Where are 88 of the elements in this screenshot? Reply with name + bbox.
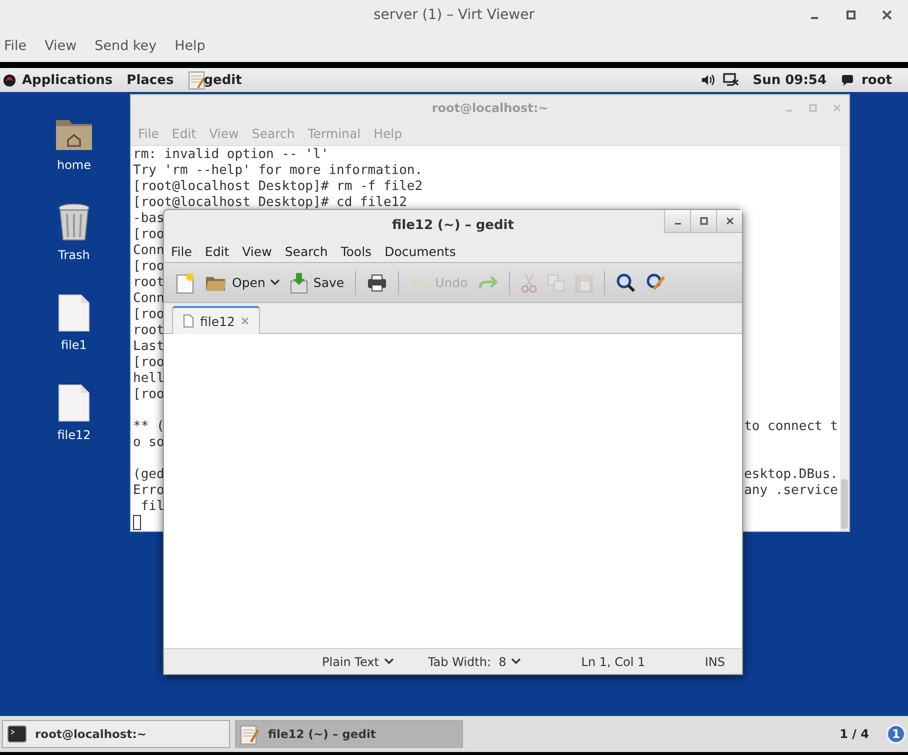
printer-icon bbox=[367, 274, 388, 292]
notepad-icon bbox=[240, 723, 260, 745]
menu-item[interactable]: View bbox=[242, 244, 272, 258]
terminal-line: [roo bbox=[133, 355, 164, 371]
terminal-line: [roo bbox=[133, 227, 164, 243]
terminal-line: Last bbox=[133, 339, 164, 355]
close-button[interactable] bbox=[716, 210, 742, 233]
search-icon bbox=[616, 272, 636, 292]
scrollbar[interactable] bbox=[840, 146, 849, 531]
volume-icon[interactable] bbox=[700, 74, 715, 86]
menu-item[interactable]: Send key bbox=[94, 38, 157, 54]
caret-icon bbox=[384, 658, 394, 665]
insert-mode: INS bbox=[704, 654, 725, 668]
terminal-line: to connect t bbox=[744, 419, 838, 435]
new-document-icon bbox=[175, 272, 195, 294]
window-title: root@localhost:~ bbox=[432, 101, 548, 115]
menu-item[interactable]: File bbox=[4, 38, 27, 54]
language-dropdown[interactable]: Plain Text bbox=[322, 654, 394, 668]
redo-arrow-icon bbox=[478, 274, 498, 290]
terminal-line: Conn bbox=[133, 243, 164, 259]
terminal-line: Erro bbox=[133, 483, 164, 499]
menu-item[interactable]: File bbox=[171, 244, 192, 258]
terminal-line: [roo bbox=[133, 259, 164, 275]
user-menu[interactable]: root bbox=[862, 72, 892, 88]
trash-icon[interactable] bbox=[57, 202, 91, 242]
file-icon[interactable] bbox=[58, 384, 90, 422]
caret-icon bbox=[511, 658, 522, 665]
terminal-line: root bbox=[133, 275, 164, 291]
close-icon[interactable] bbox=[882, 10, 892, 20]
menu-item[interactable]: Documents bbox=[384, 244, 456, 258]
save-icon bbox=[290, 272, 308, 294]
clock[interactable]: Sun 09:54 bbox=[752, 72, 826, 88]
caret-icon bbox=[270, 279, 280, 286]
cursor-position: Ln 1, Col 1 bbox=[581, 654, 646, 668]
taskbar-button[interactable]: file12 (~) – gedit bbox=[235, 720, 463, 748]
terminal-line: rm: invalid option -- 'l' bbox=[133, 147, 329, 163]
open-button[interactable]: Open bbox=[202, 270, 284, 294]
icon-label[interactable]: home bbox=[56, 158, 92, 172]
terminal-line: root bbox=[133, 323, 164, 339]
text-cursor bbox=[133, 515, 141, 530]
maximize-icon bbox=[700, 217, 708, 225]
save-button[interactable]: Save bbox=[287, 270, 348, 296]
terminal-line: hell bbox=[133, 371, 164, 387]
menu-item[interactable]: Edit bbox=[204, 244, 230, 258]
terminal-line: Try 'rm --help' for more information. bbox=[133, 163, 423, 179]
window-title: server (1) – Virt Viewer bbox=[374, 7, 534, 23]
hat-icon bbox=[3, 74, 16, 86]
workspace-indicator[interactable]: 1 / 4 bbox=[840, 727, 869, 741]
taskbar-button[interactable]: root@localhost:~ bbox=[2, 720, 230, 748]
terminal-line: -bas bbox=[133, 211, 164, 227]
maximize-icon[interactable] bbox=[846, 10, 856, 20]
undo-arrow-icon bbox=[410, 274, 430, 290]
places-menu[interactable]: Places bbox=[126, 72, 174, 88]
clipboard-icon bbox=[574, 272, 593, 292]
notepad-icon bbox=[188, 70, 206, 90]
menu-item[interactable]: View bbox=[44, 38, 77, 54]
terminal-line: [root@localhost Desktop]# rm -f file2 bbox=[133, 179, 423, 195]
document-tab[interactable]: file12 bbox=[172, 306, 260, 334]
document-icon bbox=[183, 314, 194, 328]
maximize-button[interactable] bbox=[690, 210, 716, 233]
terminal-icon bbox=[7, 725, 27, 743]
applications-menu[interactable]: Applications bbox=[22, 72, 113, 88]
scissors-icon bbox=[520, 272, 537, 292]
notification-badge[interactable]: 1 bbox=[886, 724, 906, 744]
icon-label[interactable]: file12 bbox=[57, 428, 91, 442]
terminal-line: (ged bbox=[133, 467, 164, 483]
search-replace-icon bbox=[646, 272, 666, 292]
terminal-line: [roo bbox=[133, 387, 164, 403]
icon-label[interactable]: file1 bbox=[61, 338, 87, 352]
terminal-line: o so bbox=[133, 435, 164, 451]
terminal-line: ** ( bbox=[133, 419, 164, 435]
window-title: file12 (~) – gedit bbox=[392, 218, 514, 232]
terminal-line: [roo bbox=[133, 307, 164, 323]
menu-item[interactable]: Search bbox=[284, 244, 328, 258]
close-icon bbox=[726, 217, 734, 225]
icon-label[interactable]: Trash bbox=[58, 248, 90, 262]
menu-item[interactable]: Help bbox=[174, 38, 206, 54]
tab-width-dropdown[interactable]: Tab Width: 8 bbox=[428, 654, 522, 668]
terminal-line: [root@localhost Desktop]# cd file12 bbox=[133, 195, 407, 211]
terminal-line: fil bbox=[140, 499, 164, 515]
terminal-line: any .service bbox=[744, 483, 838, 499]
app-menu[interactable]: gedit bbox=[204, 72, 242, 88]
terminal-line: Conn bbox=[133, 291, 164, 307]
terminal-line: esktop.DBus. bbox=[744, 467, 838, 483]
menu-item[interactable]: Tools bbox=[340, 244, 372, 258]
network-icon[interactable] bbox=[722, 73, 739, 87]
copy-icon bbox=[546, 274, 565, 292]
file-icon[interactable] bbox=[58, 294, 90, 332]
